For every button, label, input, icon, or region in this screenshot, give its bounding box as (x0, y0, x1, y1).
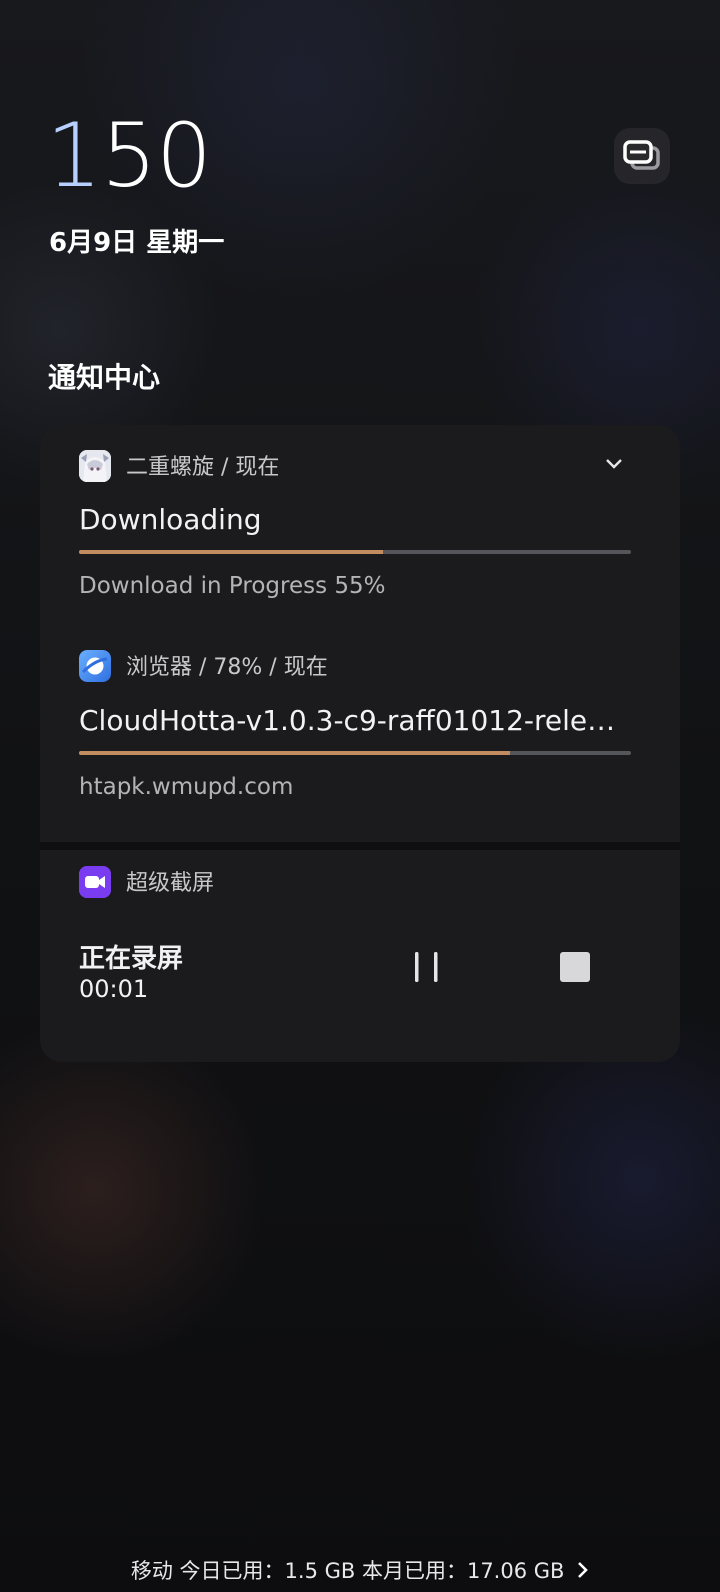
lock-clock: 150 (46, 112, 212, 200)
notification-app-name: 二重螺旋 / 现在 (126, 455, 280, 480)
download-progress-fill (79, 751, 510, 755)
recording-status: 正在录屏 (79, 944, 184, 974)
notification-screen-record[interactable]: 超级截屏 正在录屏 00:01 (40, 850, 680, 1062)
download-progress-bar (79, 751, 631, 755)
notification-stack-icon (623, 140, 660, 170)
notification-title: Downloading (79, 503, 262, 536)
date-label: 6月9日 星期一 (49, 228, 225, 258)
pause-button[interactable] (402, 944, 452, 990)
pause-icon (415, 952, 438, 982)
notification-app-name: 浏览器 / 78% / 现在 (126, 655, 328, 680)
download-progress-fill (79, 550, 383, 554)
stop-button[interactable] (550, 946, 600, 990)
notification-center-title: 通知中心 (48, 361, 161, 394)
card-divider (40, 842, 680, 850)
clock-hour-digit: 1 (46, 104, 102, 207)
chevron-down-icon[interactable] (605, 457, 623, 471)
browser-icon (79, 650, 111, 682)
clock-rest-digits: 50 (101, 104, 212, 207)
game-character-avatar (79, 450, 111, 482)
notification-stack-button[interactable] (614, 128, 670, 184)
stop-icon (560, 952, 590, 982)
notification-subtitle: Download in Progress 55% (79, 573, 386, 599)
chevron-right-icon (578, 1562, 588, 1578)
notification-title: CloudHotta-v1.0.3-c9-raff01012-release.a… (79, 704, 631, 737)
screen-record-icon (79, 866, 111, 898)
data-usage-bar[interactable]: 移动 今日已用：1.5 GB 本月已用：17.06 GB (0, 1555, 720, 1585)
data-usage-text: 移动 今日已用：1.5 GB 本月已用：17.06 GB (130, 1559, 565, 1583)
download-progress-bar (79, 550, 631, 554)
notification-subtitle: htapk.wmupd.com (79, 774, 294, 800)
notification-app-name: 超级截屏 (126, 871, 215, 896)
recording-elapsed: 00:01 (79, 975, 149, 1003)
notification-group-downloads: 二重螺旋 / 现在 Downloading Download in Progre… (40, 425, 680, 842)
